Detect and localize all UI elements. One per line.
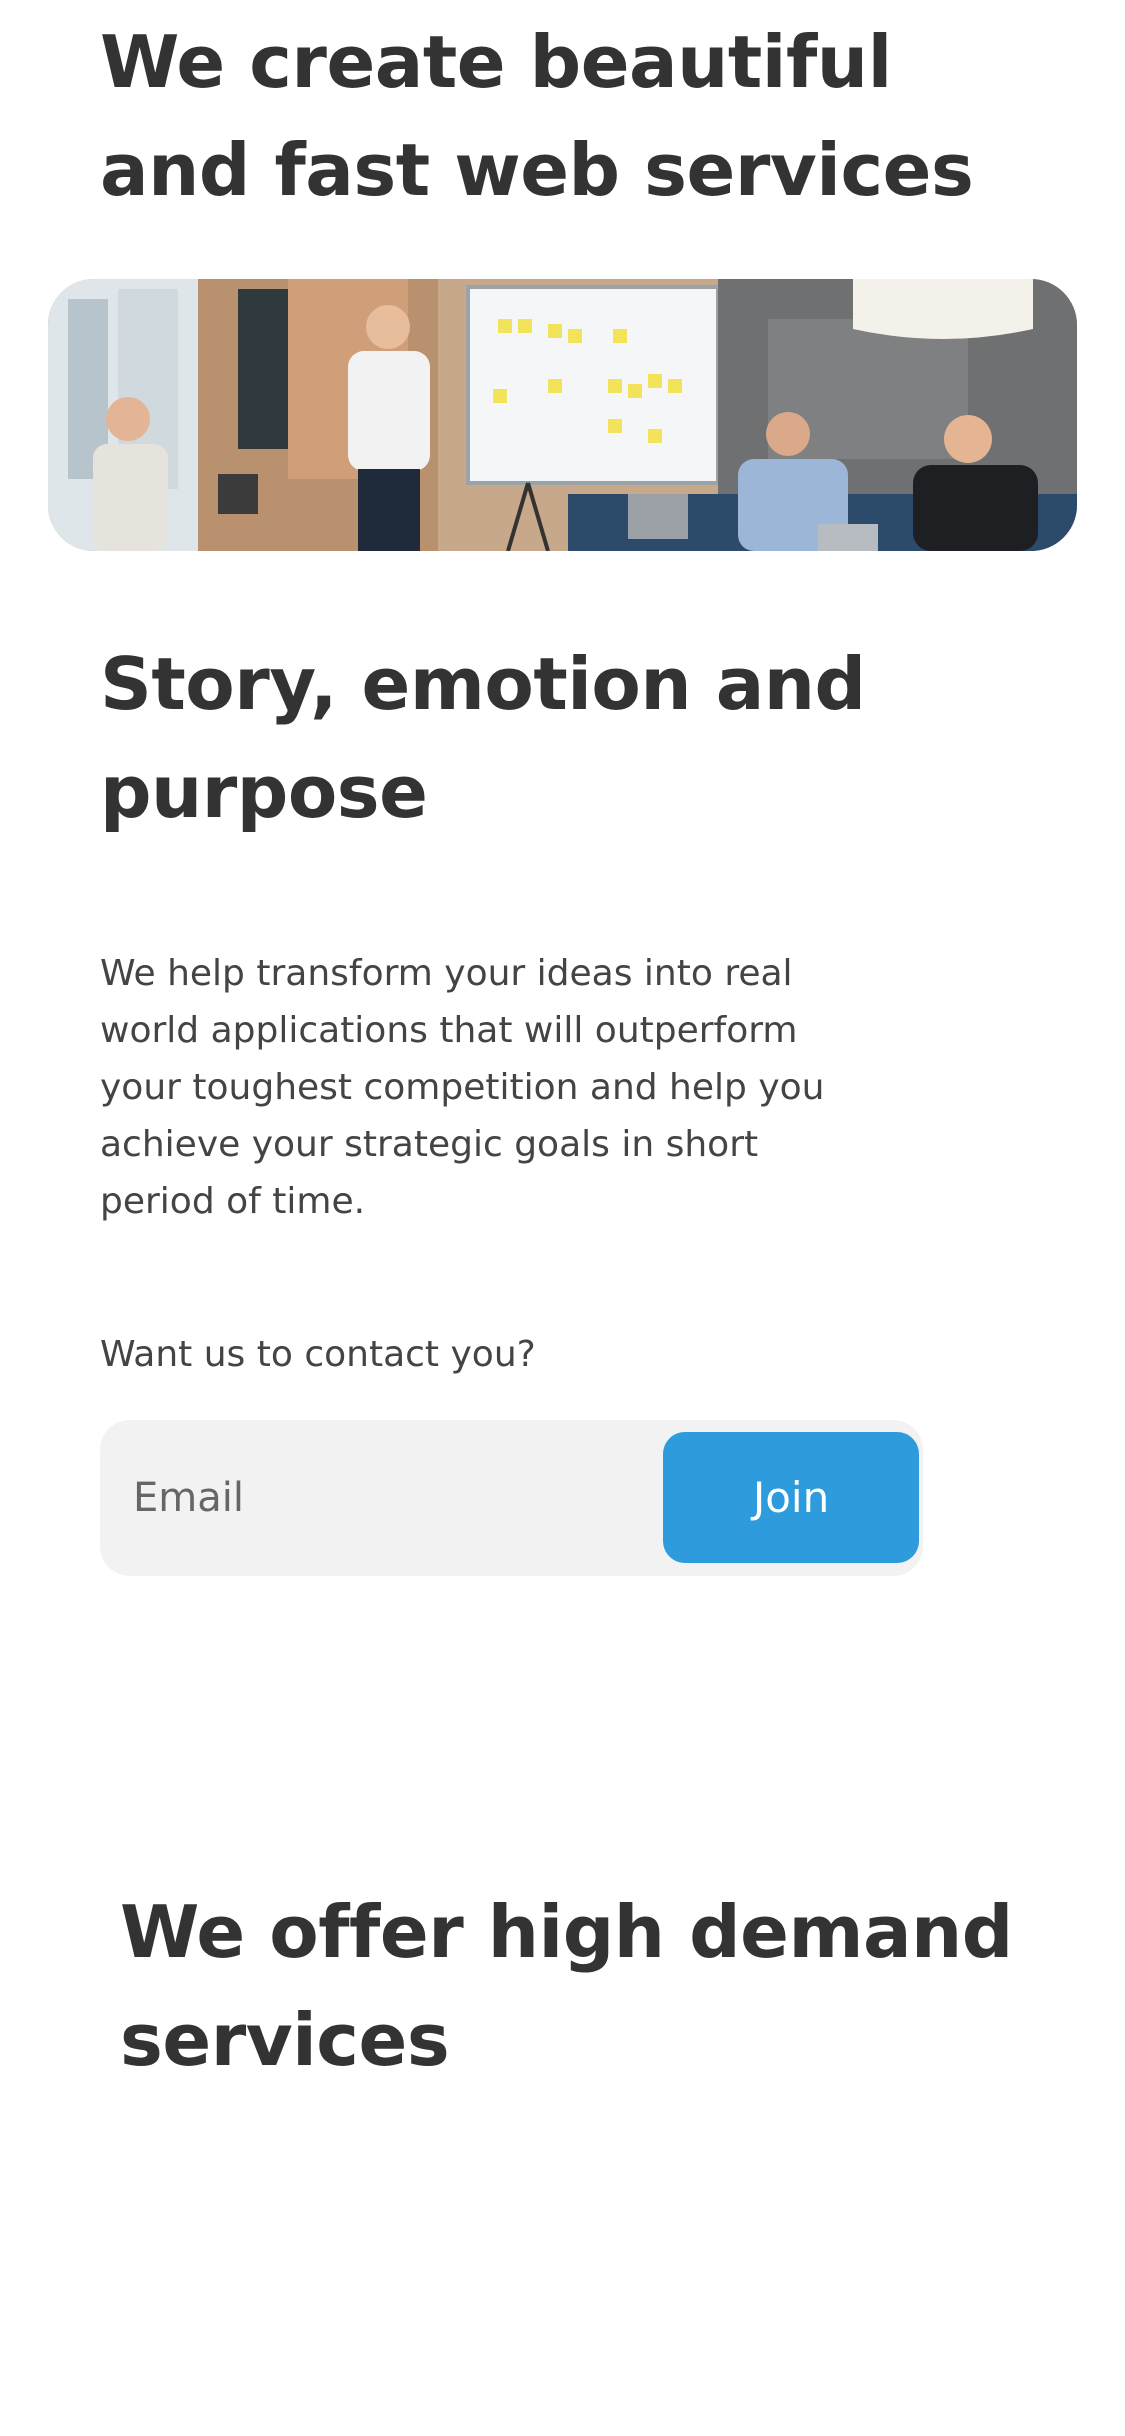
story-title: Story, emotion and purpose: [100, 642, 866, 834]
contact-prompt: Want us to contact you?: [100, 1334, 536, 1375]
story-description: We help transform your ideas into real w…: [100, 953, 825, 1222]
email-input[interactable]: [100, 1420, 660, 1576]
hero-title: We create beautiful and fast web service…: [100, 20, 974, 212]
landing-page: We create beautiful and fast web service…: [0, 0, 1125, 2436]
services-title: We offer high demand services: [120, 1890, 1013, 2082]
email-signup-form: Join: [100, 1420, 923, 1576]
photo-illustration: [48, 279, 1077, 551]
join-button[interactable]: Join: [663, 1432, 919, 1563]
team-meeting-photo: [48, 279, 1077, 551]
